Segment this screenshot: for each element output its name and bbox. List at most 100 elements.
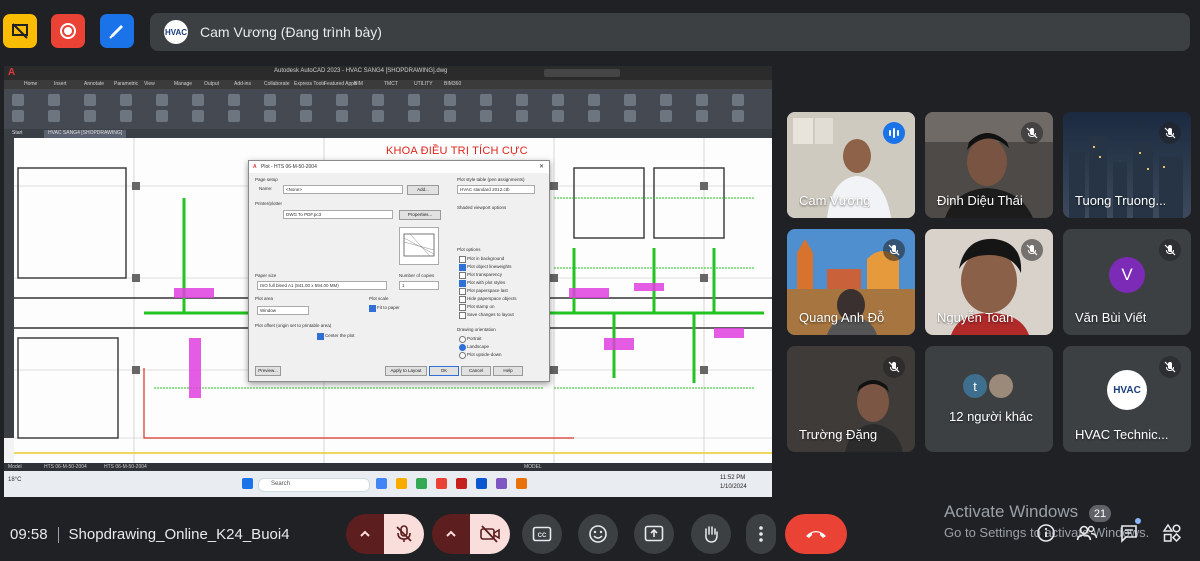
mic-options-button[interactable] [346,514,384,554]
autocad-menu-item: BIM [354,81,363,87]
taskbar-time: 11:52 PM [720,475,746,481]
mic-toggle-button[interactable] [384,514,424,554]
add-page-setup-button[interactable]: Add... [407,185,439,195]
taskbar-app-icon [476,478,487,489]
dialog-app-icon: A [253,164,257,170]
speaking-indicator-icon [883,122,905,144]
ribbon-tool-icon [696,94,708,106]
shared-screen[interactable]: A Autodesk AutoCAD 2023 - HVAC SANG4 [SH… [4,66,772,497]
dialog-title: Plot - HTS 06-M-50-2004 [261,164,317,170]
dialog-close-icon[interactable]: ✕ [539,163,544,170]
plot-option-label: Plot in background [467,256,505,261]
plot-option-label: Plot stamp on [467,304,495,309]
orientation-label: Landscape [467,344,490,349]
presenter-banner: HVAC Cam Vương (Đang trình bày) [150,13,1190,51]
copies-input[interactable]: 1 [399,281,439,290]
plot-option-checkbox[interactable] [459,256,466,263]
plot-option-label: Hide paperspace objects [467,296,517,301]
camera-options-button[interactable] [432,514,470,554]
leave-call-button[interactable] [785,514,847,554]
meeting-info: 09:58 Shopdrawing_Online_K24_Buoi4 [10,526,290,544]
plot-option-checkbox[interactable] [459,280,466,287]
plot-dialog[interactable]: A Plot - HTS 06-M-50-2004 ✕ Page setup N… [248,160,550,382]
ribbon-tool-icon [192,94,204,106]
help-button[interactable]: Help [493,366,523,376]
taskbar-app-icon [456,478,467,489]
ribbon-tool-icon [696,110,708,122]
chat-button[interactable] [1117,518,1141,545]
raise-hand-button[interactable] [691,514,731,554]
preview-button[interactable]: Preview... [255,366,281,376]
participant-tile[interactable]: Nguyễn Toàn [925,229,1053,335]
printer-select[interactable]: DWG To PDF.pc3 [283,210,393,219]
emoji-icon [589,525,607,543]
autocad-menu-item: Home [24,81,38,87]
participant-tile[interactable]: Cam Vương [787,112,915,218]
chevron-up-icon [360,530,370,537]
chevron-up-icon [446,530,456,537]
orientation-radio[interactable] [459,344,466,351]
plot-options-label: Plot options [457,247,481,252]
plot-option-checkbox[interactable] [459,304,466,311]
ribbon-tool-icon [48,110,60,122]
mic-muted-icon [1159,239,1181,261]
participant-tile-others[interactable]: t 12 người khác [925,346,1053,452]
printer-properties-button[interactable]: Properties... [399,210,441,220]
taskbar-app-icon [516,478,527,489]
file-tab-start: Start [12,130,23,136]
fit-to-paper-checkbox[interactable] [369,305,376,312]
ribbon-tool-icon [624,94,636,106]
orientation-radio[interactable] [459,352,466,359]
weather-text: 18°C [8,477,22,483]
participant-name: HVAC Technic... [1075,427,1169,442]
apply-to-layout-button[interactable]: Apply to Layout [385,366,427,376]
ribbon-tool-icon [552,110,564,122]
plot-option-checkbox[interactable] [459,288,466,295]
camera-toggle-button[interactable] [470,514,510,554]
people-count-badge: 21 [1089,505,1111,522]
participant-tile[interactable]: HVAC HVAC Technic... [1063,346,1191,452]
plot-option-checkbox[interactable] [459,312,466,319]
status-tab-layout2: HTS 06-M-50-2004 [104,464,147,470]
others-avatar: t [963,374,987,398]
more-options-button[interactable] [746,514,776,554]
orientation-radio[interactable] [459,336,466,343]
plot-option-checkbox[interactable] [459,296,466,303]
autocad-search [544,69,620,77]
cancel-button[interactable]: Cancel [461,366,491,376]
taskbar-app-icon [496,478,507,489]
reactions-button[interactable] [578,514,618,554]
shaded-viewport-label: Shaded viewport options [457,205,507,210]
hvac-logo-avatar: HVAC [1107,370,1147,410]
paper-size-select[interactable]: ISO full bleed A1 (841.00 x 594.00 MM) [257,281,387,290]
center-plot-checkbox[interactable] [317,333,324,340]
record-icon[interactable] [51,14,85,48]
people-button[interactable] [1075,521,1099,545]
participant-tile[interactable]: Tuong Truong... [1063,112,1191,218]
plot-style-table-select[interactable]: HVAC standard 2012.ctb [457,185,535,194]
copies-label: Number of copies [399,273,435,278]
plot-option-checkbox[interactable] [459,272,466,279]
whiteboard-icon[interactable] [100,14,134,48]
people-icon [1076,525,1098,541]
captions-button[interactable]: CC [522,514,562,554]
meeting-title: Shopdrawing_Online_K24_Buoi4 [68,526,290,543]
present-button[interactable] [634,514,674,554]
meeting-details-button[interactable] [1034,521,1058,545]
presentation-off-icon[interactable] [3,14,37,48]
activities-button[interactable] [1160,521,1184,545]
plot-area-select[interactable]: Window [257,306,309,315]
status-tab-model: Model [8,464,22,470]
orientation-label: Plot upside-down [467,352,502,357]
autocad-left-bar [4,138,14,438]
participant-tile[interactable]: Đinh Diệu Thái [925,112,1053,218]
plot-offset-label: Plot offset (origin set to printable are… [255,323,332,328]
ribbon-tool-icon [300,110,312,122]
participant-tile[interactable]: Quang Anh Đỗ [787,229,915,335]
page-setup-select[interactable]: <None> [283,185,403,194]
participant-tile[interactable]: Trường Đặng [787,346,915,452]
autocad-menu-item: Featured Apps [324,81,357,87]
ok-button[interactable]: OK [429,366,459,376]
plot-option-checkbox[interactable] [459,264,466,271]
participant-tile[interactable]: V Văn Bùi Viết [1063,229,1191,335]
